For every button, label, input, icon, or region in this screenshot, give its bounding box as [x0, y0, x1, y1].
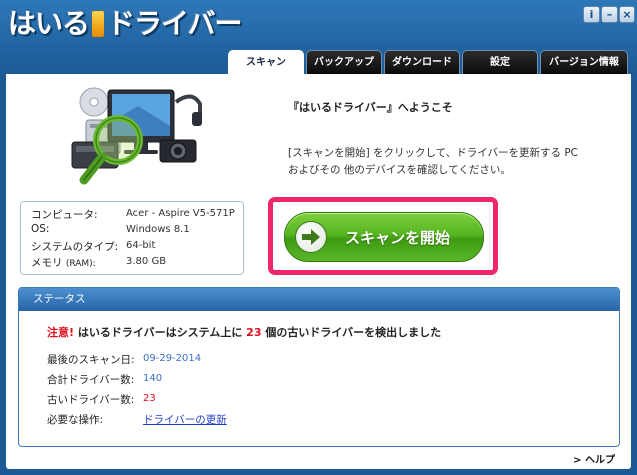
tab-version-info[interactable]: バージョン情報: [540, 50, 628, 74]
memory-label-text: メモリ: [31, 257, 63, 269]
app-logo: はいる ドライバー: [8, 2, 242, 42]
memory-value: 3.80 GB: [126, 256, 167, 267]
system-type-value: 64-bit: [126, 240, 156, 251]
minimize-icon: –: [606, 8, 613, 21]
help-link[interactable]: > ヘルプ: [573, 451, 615, 466]
arrow-right-icon: [295, 221, 327, 253]
tab-backup[interactable]: バックアップ: [306, 50, 382, 74]
info-button[interactable]: i: [583, 6, 600, 23]
old-drivers-value: 23: [143, 393, 156, 404]
total-drivers-label: 合計ドライバー数:: [47, 374, 135, 386]
old-drivers-label: 古いドライバー数:: [47, 394, 135, 406]
status-header: ステータス: [19, 288, 619, 311]
start-scan-label: スキャンを開始: [345, 229, 451, 247]
status-alert: 注意! はいるドライバーはシステム上に 23 個の古いドライバーを検出しました: [47, 324, 441, 340]
welcome-text: [スキャンを開始] をクリックして、ドライバーを更新する PC およびその 他の…: [288, 147, 578, 176]
system-info-box: コンピュータ: Acer - Aspire V5-571P OS: Window…: [20, 201, 244, 275]
update-drivers-link[interactable]: ドライバーの更新: [143, 412, 227, 427]
alert-count: 23: [246, 326, 262, 339]
status-panel: ステータス 注意! はいるドライバーはシステム上に 23 個の古いドライバーを検…: [18, 287, 620, 447]
close-icon: ×: [622, 8, 632, 21]
logo-text-part2: ドライバー: [107, 7, 242, 40]
computer-illustration-icon: [71, 87, 202, 185]
close-button[interactable]: ×: [619, 6, 635, 23]
memory-label: メモリ (RAM):: [31, 255, 96, 270]
computer-label: コンピュータ:: [31, 209, 98, 221]
tab-bar: スキャン バックアップ ダウンロード 設定 バージョン情報: [228, 50, 628, 76]
welcome-title: 『はいるドライバー』へようこそ: [288, 101, 453, 114]
required-action-label: 必要な操作:: [47, 414, 104, 426]
computer-value: Acer - Aspire V5-571P: [126, 208, 235, 219]
system-type-label: システムのタイプ:: [31, 241, 119, 253]
last-scan-value: 09-29-2014: [143, 353, 202, 364]
info-icon: i: [589, 8, 594, 21]
app-window: はいる ドライバー i – × スキャン バックアップ ダウンロード 設定 バージ…: [0, 0, 637, 475]
start-scan-button[interactable]: スキャンを開始: [284, 212, 484, 262]
alert-text-2: 個の古いドライバーを検出しました: [265, 326, 442, 339]
total-drivers-value: 140: [143, 373, 163, 384]
memory-unit: (RAM):: [65, 259, 96, 269]
logo-bang-icon: [92, 11, 105, 37]
minimize-button[interactable]: –: [601, 6, 618, 23]
alert-prefix: 注意!: [47, 326, 75, 339]
tab-settings[interactable]: 設定: [462, 50, 538, 74]
alert-text-1: はいるドライバーはシステム上に: [77, 326, 243, 339]
tab-scan[interactable]: スキャン: [228, 50, 304, 76]
tab-download[interactable]: ダウンロード: [384, 50, 460, 74]
last-scan-label: 最後のスキャン日:: [47, 354, 135, 366]
os-label: OS:: [31, 223, 50, 235]
logo-text-part1: はいる: [8, 7, 90, 40]
os-value: Windows 8.1: [126, 224, 190, 235]
main-content: 『はいるドライバー』へようこそ [スキャンを開始] をクリックして、ドライバーを…: [6, 74, 631, 469]
